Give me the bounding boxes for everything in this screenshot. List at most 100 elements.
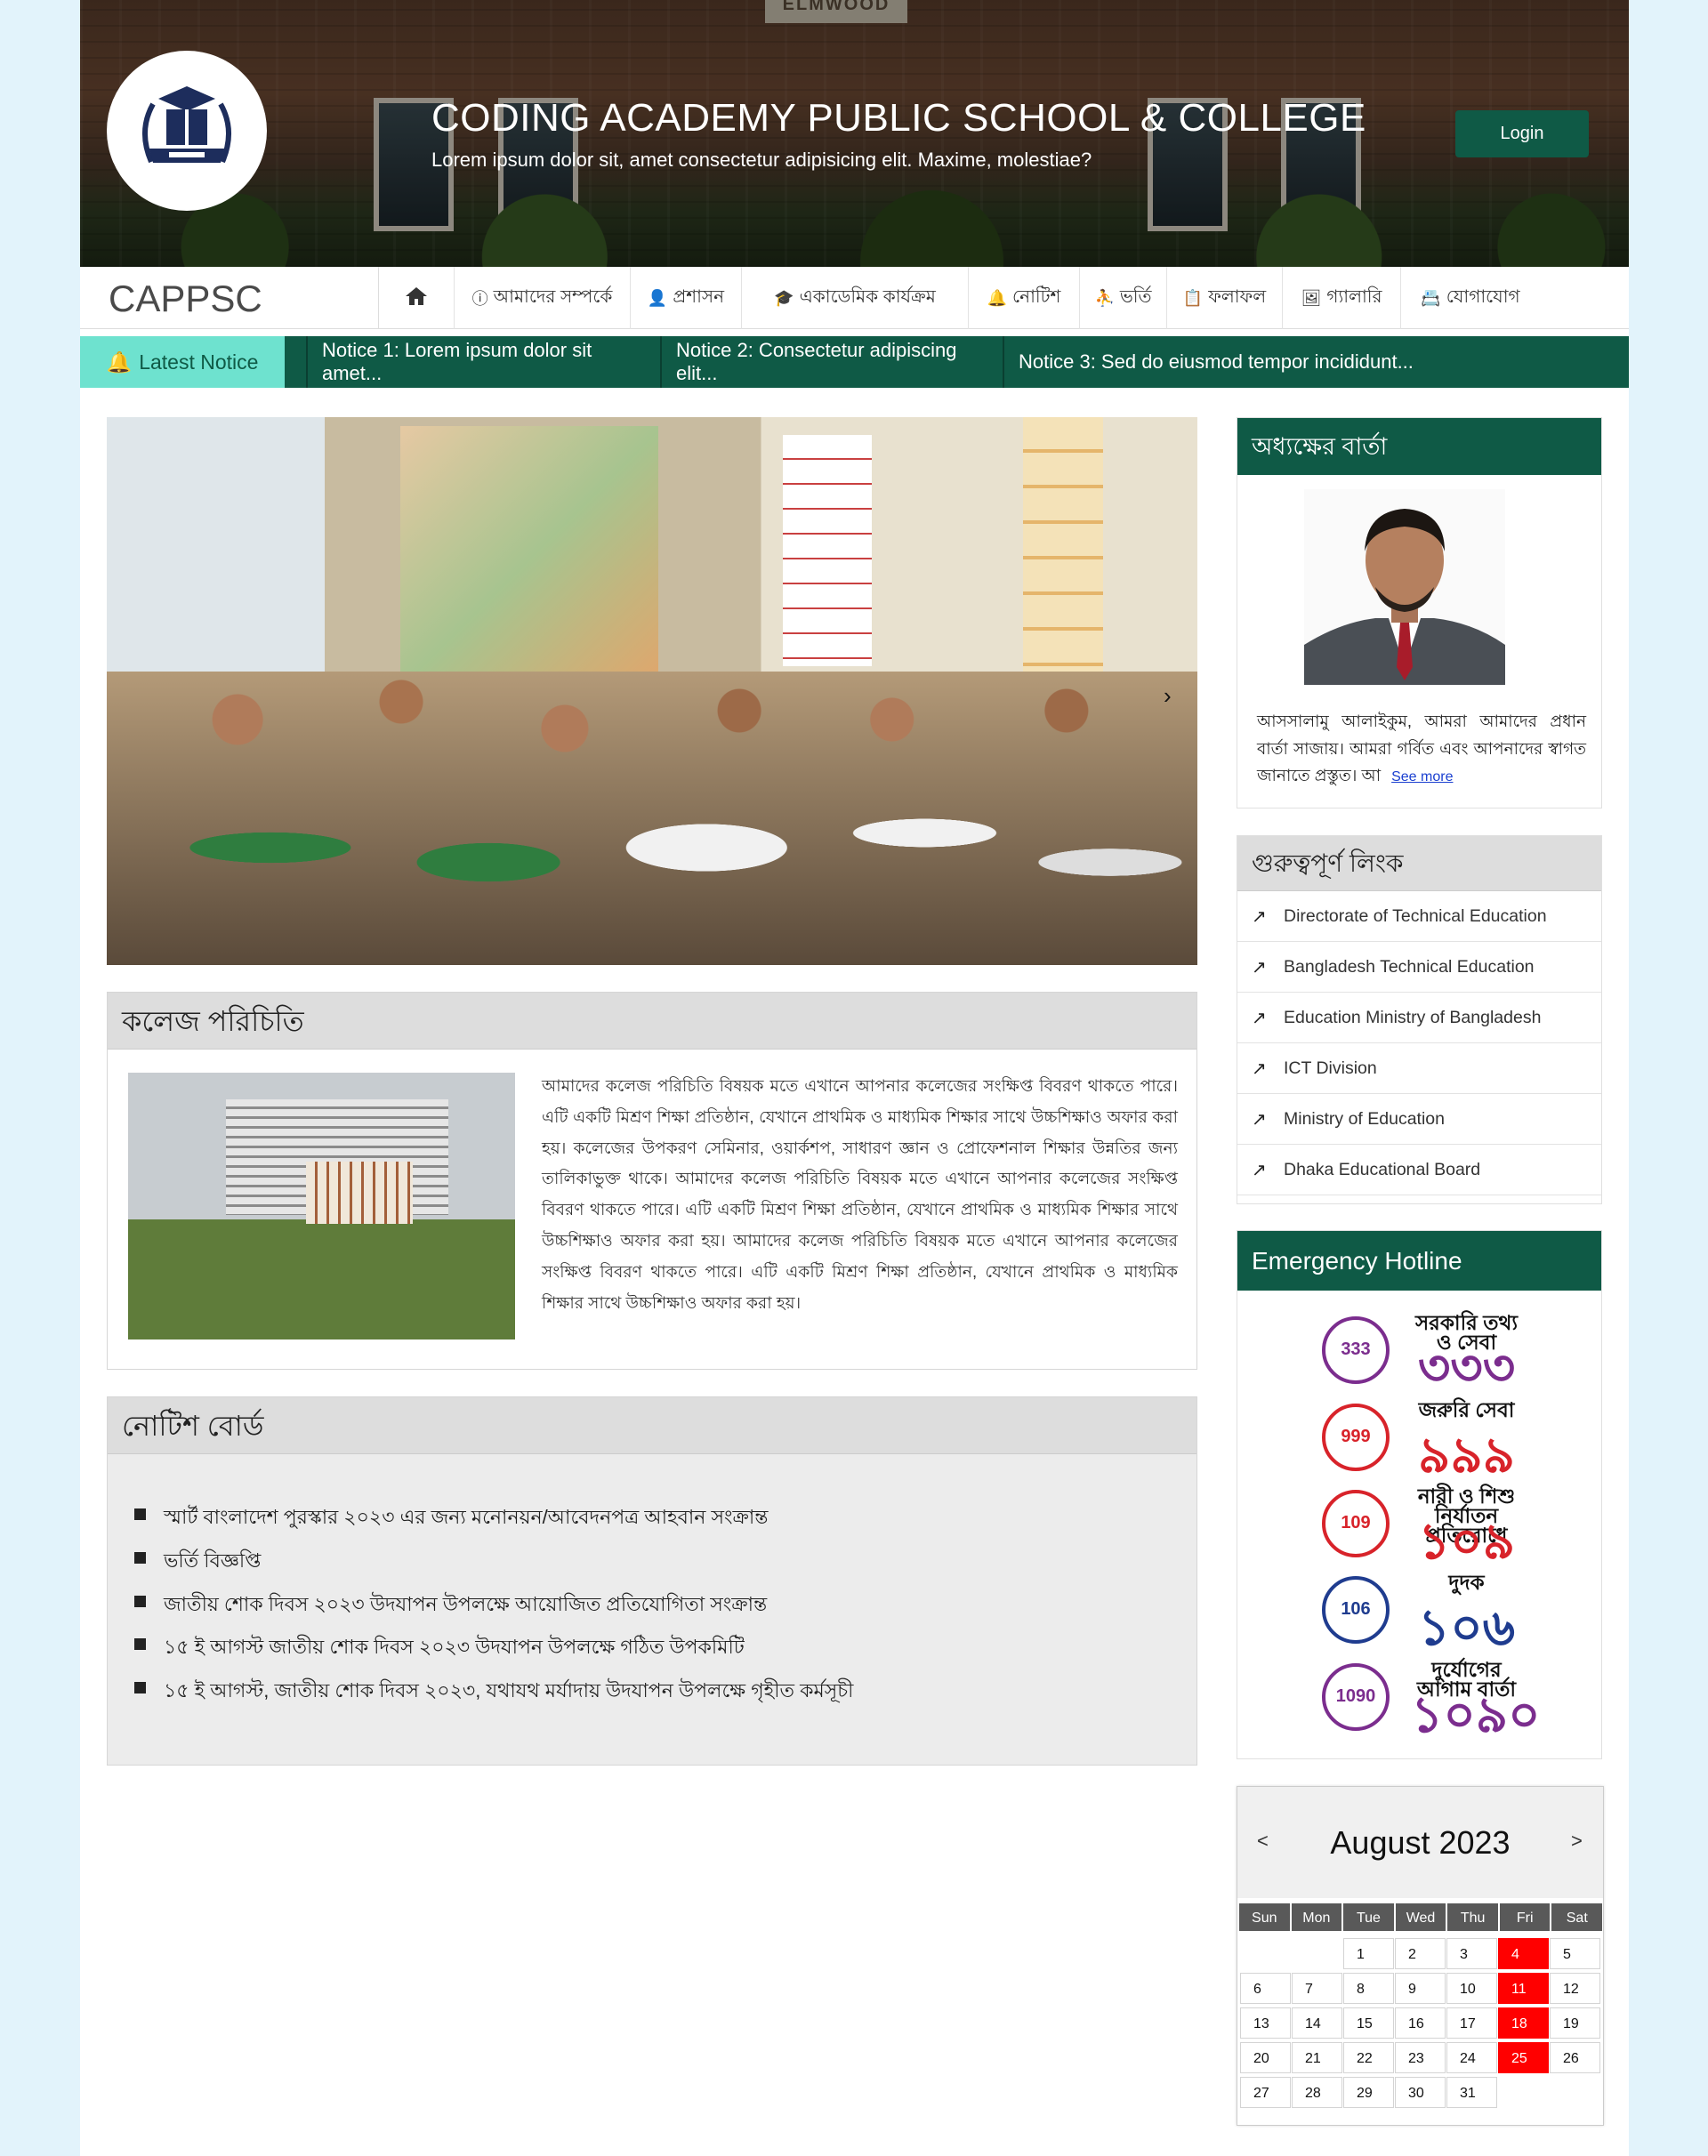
calendar-day[interactable]: 21 <box>1292 2042 1342 2073</box>
calendar-day[interactable]: 11 <box>1498 1973 1549 2004</box>
calendar-empty-cell <box>1550 2077 1600 2108</box>
calendar-day[interactable]: 29 <box>1343 2077 1394 2108</box>
see-more-link[interactable]: See more <box>1391 769 1453 784</box>
hotline-badge-icon: 999 <box>1320 1402 1391 1473</box>
important-links-panel: গুরুত্বপূর্ণ লিংক ↗ Directorate of Techni… <box>1237 835 1602 1204</box>
calendar-week-row: 27 28 29 30 31 <box>1240 2077 1601 2112</box>
link-item[interactable]: ↗ Ministry of Education <box>1237 1094 1601 1145</box>
hotline-item[interactable]: 109 নারী ও শিশু নির্যাতন প্রতিরোধে ১০৯ <box>1313 1484 1527 1566</box>
calendar-day[interactable]: 20 <box>1240 2042 1291 2073</box>
external-link-icon: ↗ <box>1252 1160 1267 1180</box>
calendar-day[interactable]: 19 <box>1550 2007 1600 2039</box>
link-item[interactable]: ↗ Education Ministry of Bangladesh <box>1237 993 1601 1043</box>
calendar-weekday-row: Sun Mon Tue Wed Thu Fri Sat <box>1238 1903 1604 1932</box>
nav-result[interactable]: 📋 ফলাফল <box>1167 267 1283 329</box>
calendar-day[interactable]: 16 <box>1395 2007 1446 2039</box>
calendar-day[interactable]: 4 <box>1498 1938 1549 1969</box>
contact-icon: 📇 <box>1421 288 1441 307</box>
notice-item[interactable]: জাতীয় শোক দিবস ২০২৩ উদযাপন উপলক্ষে আয়ো… <box>134 1589 853 1633</box>
calendar-day[interactable]: 2 <box>1395 1938 1446 1969</box>
hotline-number: ১০৬ <box>1417 1599 1516 1655</box>
ticker-item[interactable]: Notice 1: Lorem ipsum dolor sit amet... <box>306 336 660 388</box>
calendar-day[interactable]: 23 <box>1395 2042 1446 2073</box>
nav-administration[interactable]: 👤 প্রশাসন <box>631 267 742 329</box>
hotline-item[interactable]: 999 জরুরি সেবা ৯৯৯ <box>1313 1398 1527 1480</box>
calendar-day[interactable]: 22 <box>1343 2042 1394 2073</box>
person-board-icon: ⛹ <box>1094 288 1115 307</box>
link-item[interactable]: ↗ Dhaka Educational Board <box>1237 1145 1601 1195</box>
link-item[interactable]: ↗ Bangladesh Technical Education <box>1237 942 1601 993</box>
calendar-weekday: Mon <box>1290 1903 1343 1932</box>
calendar-day[interactable]: 8 <box>1343 1973 1394 2004</box>
calendar-day[interactable]: 17 <box>1446 2007 1497 2039</box>
principal-photo <box>1304 489 1505 685</box>
calendar-day[interactable]: 31 <box>1446 2077 1497 2108</box>
login-button[interactable]: Login <box>1455 110 1589 157</box>
calendar-day[interactable]: 24 <box>1446 2042 1497 2073</box>
calendar-day[interactable]: 6 <box>1240 1973 1291 2004</box>
calendar-day[interactable]: 15 <box>1343 2007 1394 2039</box>
school-logo[interactable] <box>107 51 267 211</box>
link-item-label: Directorate of Technical Education <box>1284 905 1547 926</box>
calendar-day[interactable]: 3 <box>1446 1938 1497 1969</box>
hero-carousel-image: › <box>107 417 1197 965</box>
calendar-week-row: 12345 <box>1240 1938 1601 1973</box>
calendar-day[interactable]: 30 <box>1395 2077 1446 2108</box>
notice-item[interactable]: স্মার্ট বাংলাদেশ পুরস্কার ২০২৩ এর জন্য ম… <box>134 1502 853 1546</box>
notice-item[interactable]: ১৫ ই আগস্ট জাতীয় শোক দিবস ২০২৩ উদযাপন উ… <box>134 1632 853 1676</box>
nav-admission[interactable]: ⛹ ভর্তি <box>1080 267 1167 329</box>
college-building-image <box>128 1073 515 1339</box>
notice-item[interactable]: ১৫ ই আগস্ট, জাতীয় শোক দিবস ২০২৩, যথাযথ … <box>134 1676 853 1719</box>
college-intro-heading: কলেজ পরিচিতি <box>108 993 1196 1050</box>
calendar-day[interactable]: 27 <box>1240 2077 1291 2108</box>
college-intro-panel: কলেজ পরিচিতি আমাদের কলেজ পরিচিতি বিষয়ক … <box>107 992 1197 1370</box>
notice-item-text: ১৫ ই আগস্ট, জাতীয় শোক দিবস ২০২৩, যথাযথ … <box>164 1679 854 1702</box>
carousel-next-button[interactable]: › <box>1164 682 1172 710</box>
calendar-next-button[interactable]: > <box>1571 1830 1583 1853</box>
images-icon: 🖼 <box>1301 288 1322 307</box>
calendar-day[interactable]: 7 <box>1292 1973 1342 2004</box>
nav-home[interactable] <box>379 267 455 329</box>
nav-admission-label: ভর্তি <box>1119 286 1152 307</box>
calendar-day[interactable]: 18 <box>1498 2007 1549 2039</box>
calendar-day[interactable]: 26 <box>1550 2042 1600 2073</box>
nav-about[interactable]: ⓘ আমাদের সম্পর্কে <box>455 267 631 329</box>
nav-academic[interactable]: 🎓 একাডেমিক কার্যক্রম <box>742 267 969 329</box>
notice-item[interactable]: ভর্তি বিজ্ঞপ্তি <box>134 1546 853 1589</box>
calendar-day[interactable]: 25 <box>1498 2042 1549 2073</box>
link-item-label: Dhaka Educational Board <box>1284 1159 1481 1179</box>
page: ELMWOOD CODING ACADEMY PUBLIC SCHOOL & C… <box>80 0 1629 2156</box>
principal-message-panel: অধ্যক্ষের বার্তা আসসালামু আলাইকুম, আমরা … <box>1237 417 1602 808</box>
calendar-empty-cell <box>1240 1938 1291 1969</box>
calendar-day[interactable]: 10 <box>1446 1973 1497 2004</box>
calendar-day[interactable]: 12 <box>1550 1973 1600 2004</box>
hotline-badge-number: 1090 <box>1335 1686 1376 1706</box>
link-item-label: Education Ministry of Bangladesh <box>1284 1007 1542 1027</box>
notice-board-heading: নোটিশ বোর্ড <box>108 1397 1196 1454</box>
nav-notice[interactable]: 🔔 নোটিশ <box>969 267 1080 329</box>
calendar-day[interactable]: 1 <box>1343 1938 1394 1969</box>
link-item[interactable]: ↗ Directorate of Technical Education <box>1237 891 1601 942</box>
nav-contact[interactable]: 📇 যোগাযোগ <box>1401 267 1540 329</box>
hotline-item[interactable]: 106 দুদক ১০৬ <box>1313 1571 1527 1655</box>
nav-gallery[interactable]: 🖼 গ্যালারি <box>1283 267 1401 329</box>
hotline-item[interactable]: 333 সরকারি তথ্য ও সেবা ৩৩৩ <box>1313 1311 1527 1393</box>
nav-gallery-label: গ্যালারি <box>1326 286 1382 307</box>
principal-message: আসসালামু আলাইকুম, আমরা আমাদের প্রধান বার… <box>1257 708 1586 792</box>
calendar-day[interactable]: 9 <box>1395 1973 1446 2004</box>
calendar-day[interactable]: 14 <box>1292 2007 1342 2039</box>
link-item[interactable]: ↗ ICT Division <box>1237 1043 1601 1094</box>
calendar-day[interactable]: 5 <box>1550 1938 1600 1969</box>
hotline-label: দুদক <box>1448 1571 1485 1594</box>
ticker-item[interactable]: Notice 2: Consectetur adipiscing elit... <box>660 336 1003 388</box>
calendar-day[interactable]: 13 <box>1240 2007 1291 2039</box>
ticker-item[interactable]: Notice 3: Sed do eiusmod tempor incididu… <box>1003 336 1607 388</box>
brand-name[interactable]: CAPPSC <box>80 267 379 329</box>
hotline-item[interactable]: 1090 দুর্যোগের আগাম বার্তা ১০৯০ <box>1313 1658 1541 1740</box>
calendar-week-row: 20 21 22 23 24 25 26 <box>1240 2042 1601 2077</box>
calendar-empty-cell <box>1292 1938 1342 1969</box>
calendar-week-row: 13 14 15 16 17 18 19 <box>1240 2007 1601 2042</box>
notice-item-text: স্মার্ট বাংলাদেশ পুরস্কার ২০২৩ এর জন্য ম… <box>164 1506 769 1528</box>
notice-item-text: জাতীয় শোক দিবস ২০২৩ উদযাপন উপলক্ষে আয়ো… <box>164 1592 768 1615</box>
calendar-day[interactable]: 28 <box>1292 2077 1342 2108</box>
